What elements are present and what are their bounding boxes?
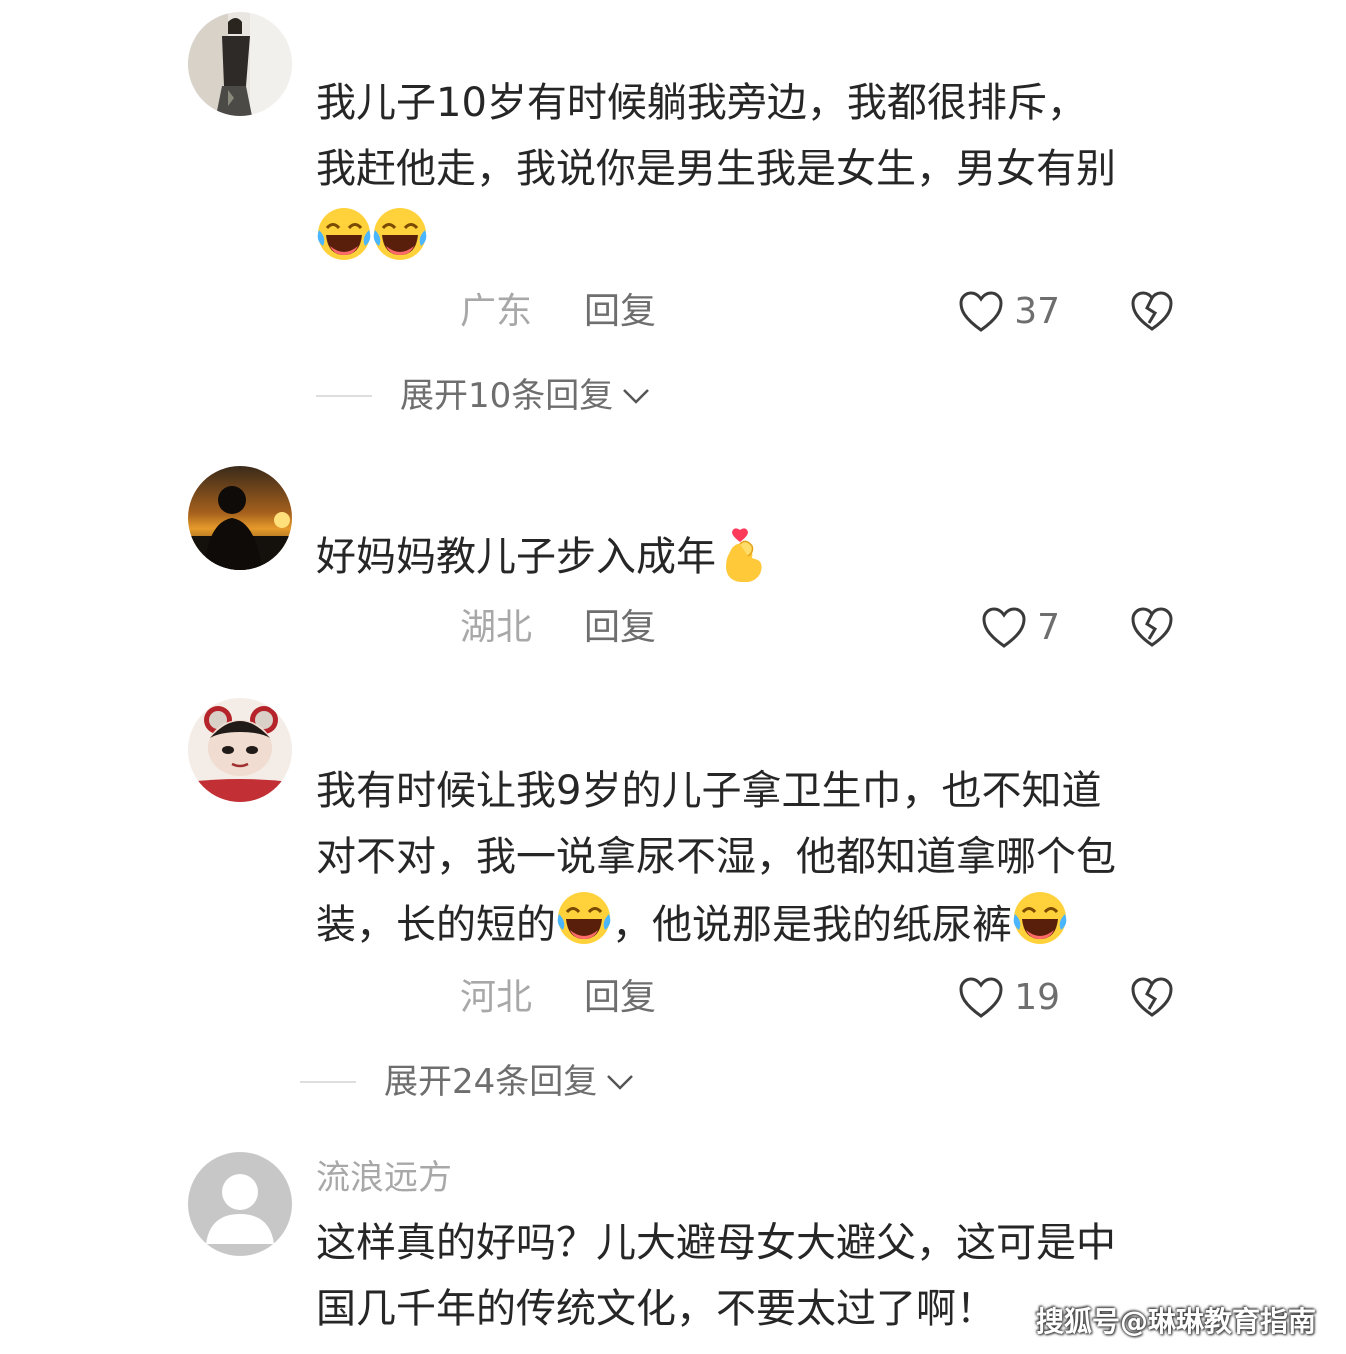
laughing-crying-emoji <box>372 206 428 262</box>
expand-replies-label: 展开24条回复 <box>384 1062 598 1102</box>
location-label: 广东 <box>460 291 533 332</box>
expand-replies-label: 展开10条回复 <box>400 376 614 416</box>
comment-emoji-line <box>316 202 1196 272</box>
laughing-crying-emoji <box>556 890 612 946</box>
divider <box>300 1081 356 1083</box>
chevron-down-icon <box>605 1072 635 1092</box>
laughing-crying-emoji <box>1012 890 1068 946</box>
chevron-down-icon <box>621 386 651 406</box>
avatar[interactable] <box>188 466 292 570</box>
avatar[interactable] <box>188 1152 292 1256</box>
avatar[interactable] <box>188 12 292 116</box>
dislike-button[interactable] <box>1130 290 1174 334</box>
heart-outline-icon <box>981 606 1027 650</box>
expand-replies[interactable]: 展开24条回复 <box>300 1060 635 1104</box>
comment-text: 我有时候让我9岁的儿子拿卫生巾，也不知道 对不对，我一说拿尿不湿，他都知道拿哪个… <box>316 758 1196 956</box>
comment-text: 好妈妈教儿子步入成年 <box>316 524 1196 590</box>
comment-line-text: 装，长的短的 <box>316 902 556 948</box>
comment-line: 装，长的短的 ，他说那是我的纸尿裤 <box>316 890 1196 956</box>
comment-line: 我有时候让我9岁的儿子拿卫生巾，也不知道 <box>316 768 1102 814</box>
divider <box>316 395 372 397</box>
broken-heart-icon <box>1130 606 1174 650</box>
reply-button[interactable]: 回复 <box>584 978 656 1018</box>
comment-item: 我儿子10岁有时候躺我旁边，我都很排斥， 我赶他走，我说你是男生我是女生，男女有… <box>0 0 1346 440</box>
comment-line: 好妈妈教儿子步入成年 <box>316 524 1196 590</box>
username[interactable]: 流浪远方 <box>316 1158 452 1198</box>
like-count: 37 <box>1014 291 1060 332</box>
like-button[interactable]: 19 <box>958 976 1060 1020</box>
finger-heart-emoji <box>716 526 772 582</box>
like-button[interactable]: 37 <box>958 290 1060 334</box>
reply-button[interactable]: 回复 <box>584 608 656 648</box>
like-count: 19 <box>1014 977 1060 1018</box>
reply-button[interactable]: 回复 <box>584 292 656 332</box>
avatar[interactable] <box>188 698 292 802</box>
location-label: 湖北 <box>460 607 533 648</box>
like-button[interactable]: 7 <box>981 606 1060 650</box>
comment-line: 对不对，我一说拿尿不湿，他都知道拿哪个包 <box>316 834 1116 880</box>
comment-line: 我赶他走，我说你是男生我是女生，男女有别 <box>316 146 1116 192</box>
watermark: 搜狐号@琳琳教育指南 <box>1035 1305 1316 1338</box>
dislike-button[interactable] <box>1130 976 1174 1020</box>
comment-text: 我儿子10岁有时候躺我旁边，我都很排斥， 我赶他走，我说你是男生我是女生，男女有… <box>316 70 1196 272</box>
broken-heart-icon <box>1130 290 1174 334</box>
like-count: 7 <box>1037 607 1060 648</box>
comment-line-text: ，他说那是我的纸尿裤 <box>612 902 1012 948</box>
comment-line: 我儿子10岁有时候躺我旁边，我都很排斥， <box>316 80 1087 126</box>
location-label: 河北 <box>460 977 533 1018</box>
expand-replies[interactable]: 展开10条回复 <box>316 374 651 418</box>
comment-item: 好妈妈教儿子步入成年 湖北 回复 7 <box>0 440 1346 690</box>
laughing-crying-emoji <box>316 206 372 262</box>
comment-line-text: 好妈妈教儿子步入成年 <box>316 534 716 580</box>
comment-item: 我有时候让我9岁的儿子拿卫生巾，也不知道 对不对，我一说拿尿不湿，他都知道拿哪个… <box>0 690 1346 1130</box>
heart-outline-icon <box>958 290 1004 334</box>
dislike-button[interactable] <box>1130 606 1174 650</box>
broken-heart-icon <box>1130 976 1174 1020</box>
comment-line: 这样真的好吗？儿大避母女大避父，这可是中 <box>316 1220 1116 1266</box>
heart-outline-icon <box>958 976 1004 1020</box>
